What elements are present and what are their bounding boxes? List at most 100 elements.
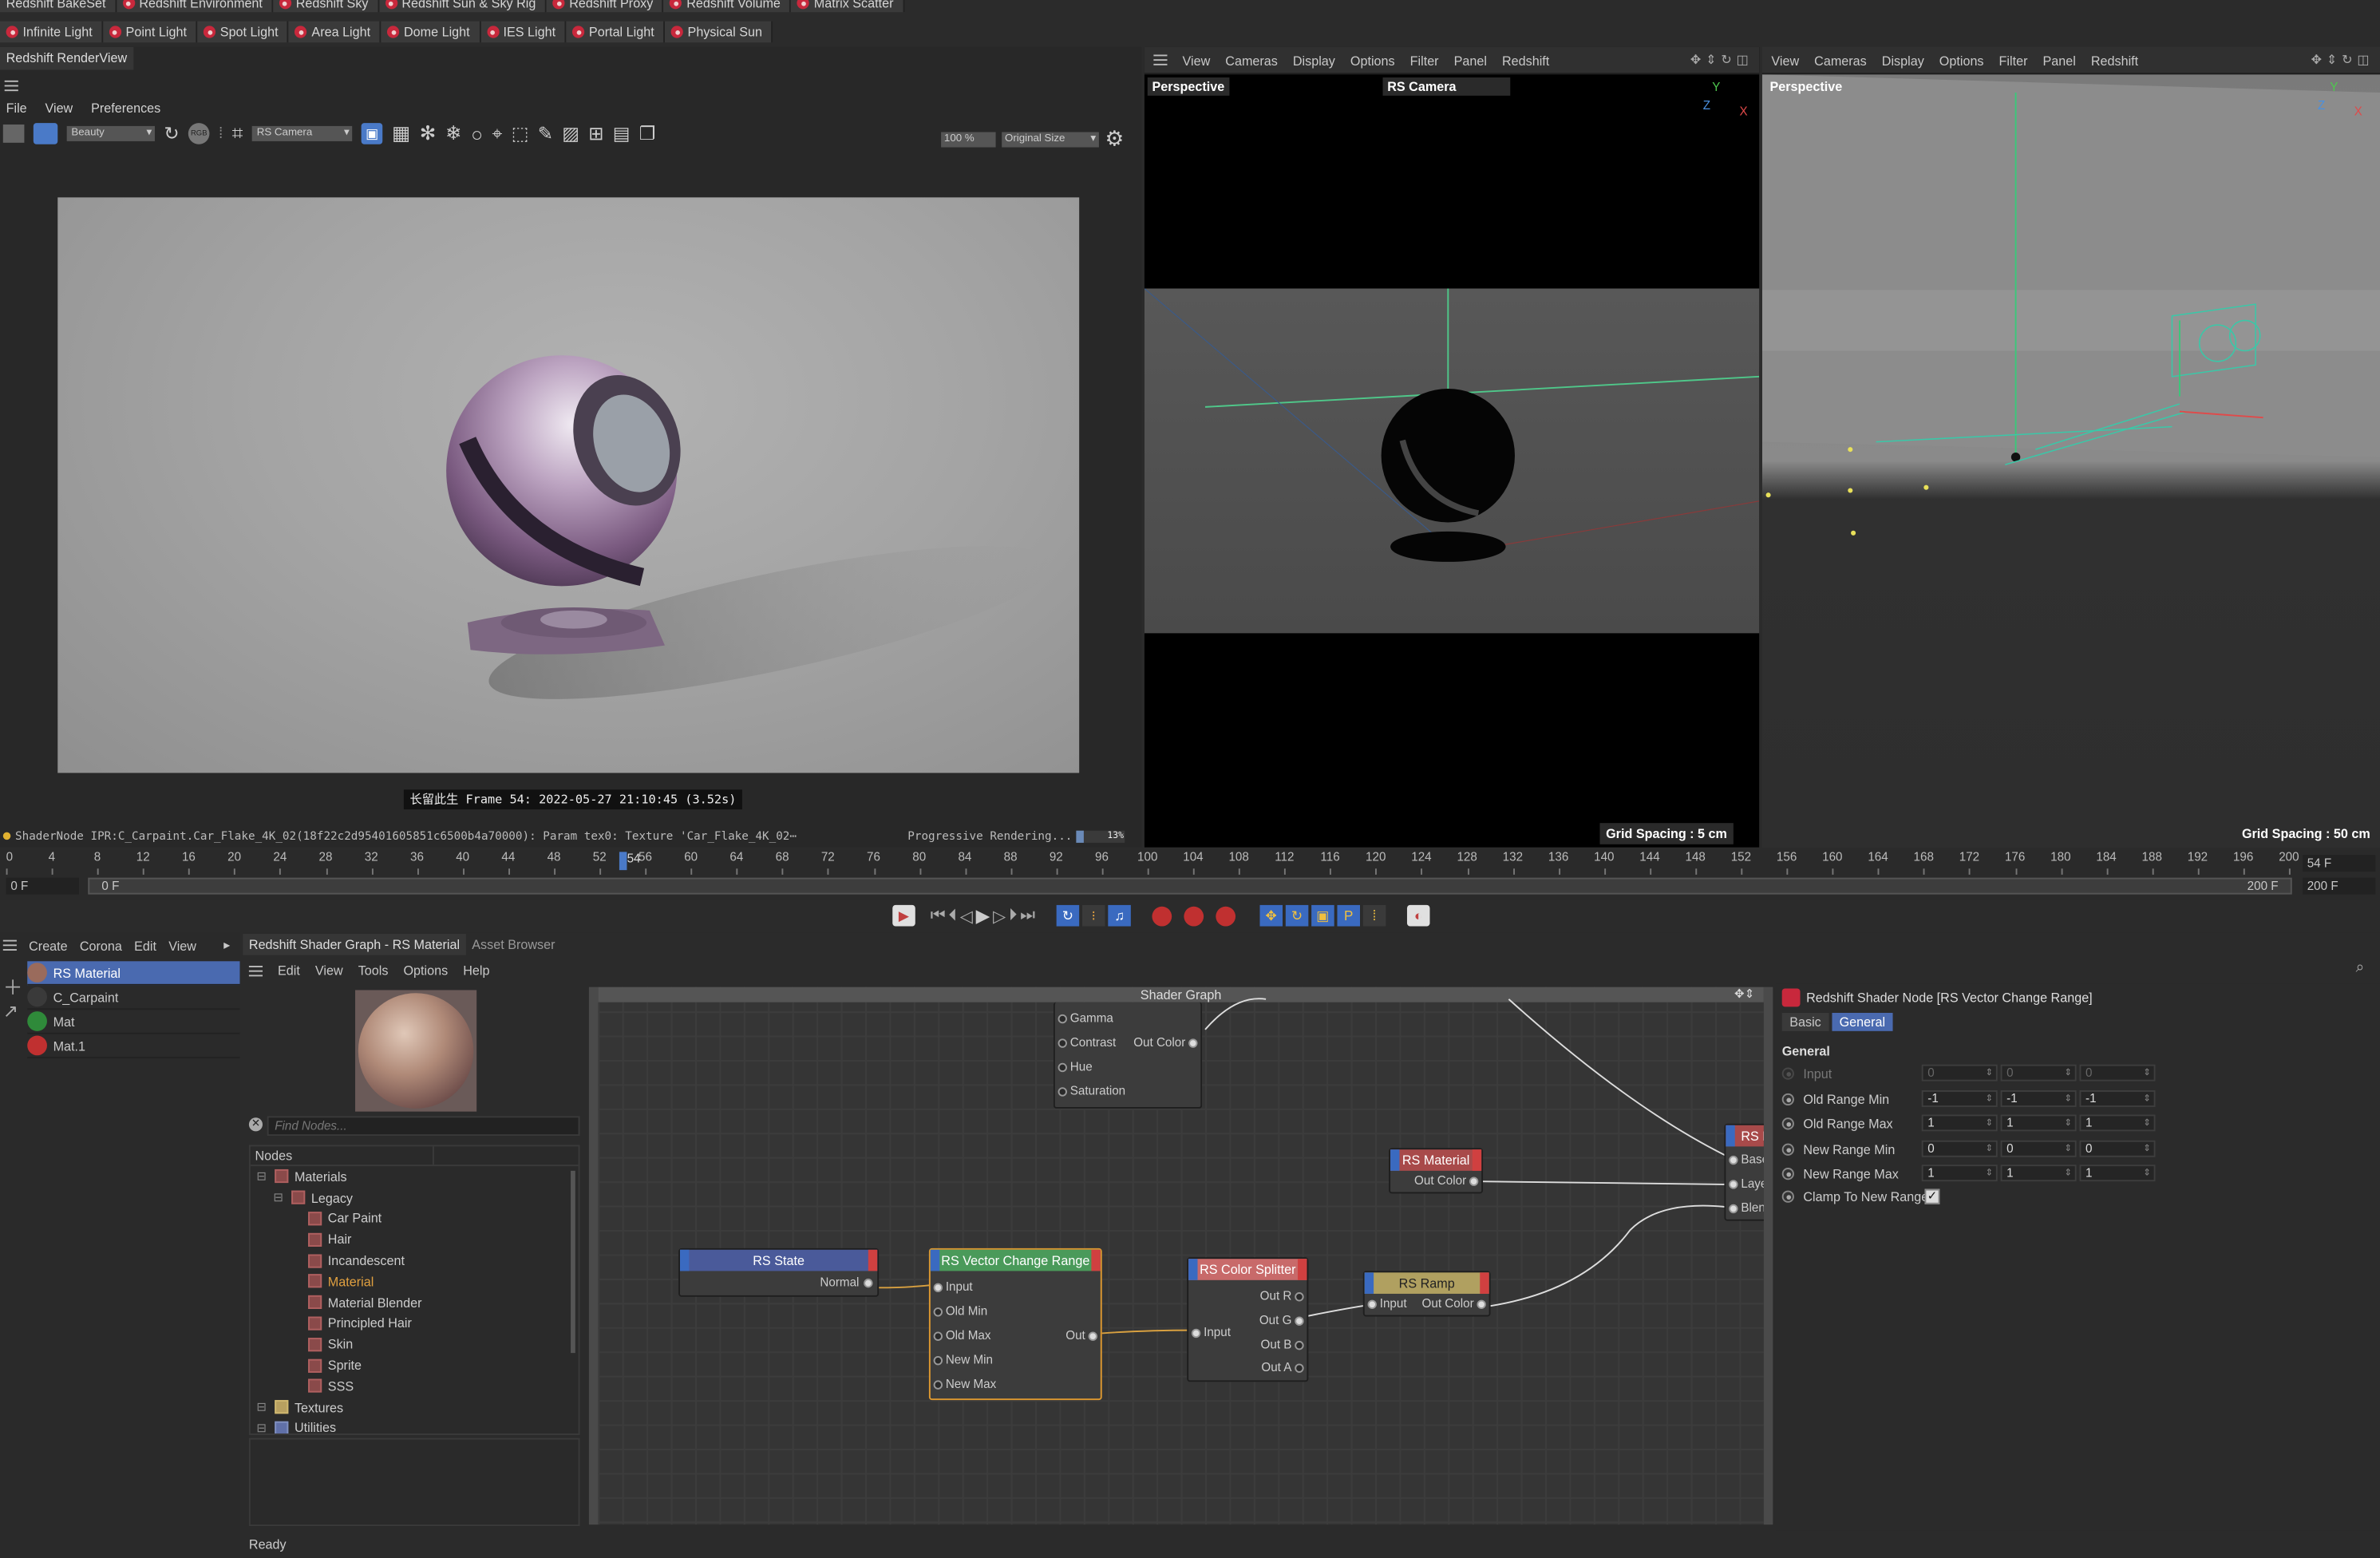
arrow-icon[interactable]: ↗ — [3, 1001, 25, 1022]
focus-icon[interactable]: ⌖ — [492, 122, 502, 145]
port-new-max[interactable] — [933, 1380, 943, 1390]
mm-menu-edit[interactable]: Edit — [134, 938, 156, 953]
port-out-b[interactable] — [1295, 1340, 1304, 1350]
tool-rs-bakeset[interactable]: Redshift BakeSet — [0, 0, 117, 13]
stepper-icon[interactable]: ⇕ — [1985, 1166, 1993, 1181]
stepper-icon[interactable]: ⇕ — [1985, 1116, 1993, 1131]
tree-item[interactable]: Hair — [256, 1229, 578, 1250]
port-saturation[interactable] — [1058, 1087, 1067, 1097]
tree-scrollbar[interactable] — [571, 1170, 575, 1354]
vp1-menu-cameras[interactable]: Cameras — [1225, 53, 1278, 68]
tool-matrix-scatter[interactable]: Matrix Scatter — [791, 0, 904, 13]
expand-icon[interactable]: ⊟ — [273, 1191, 285, 1204]
port-old-min[interactable] — [933, 1307, 943, 1317]
mm-menu-view[interactable]: View — [168, 938, 196, 953]
scale-key-icon[interactable]: ▣ — [1311, 904, 1334, 927]
node-rs-vector-change-range[interactable]: RS Vector Change Range Input Old Min Old… — [928, 1248, 1102, 1401]
tool-portal-light[interactable]: Portal Light — [566, 21, 666, 43]
vp1-menu-options[interactable]: Options — [1350, 53, 1395, 68]
ipr-icon[interactable] — [33, 123, 58, 144]
tree-item[interactable]: Car Paint — [256, 1208, 578, 1229]
mm-menu-create[interactable]: Create — [29, 938, 68, 953]
tree-item[interactable]: ⊟ Utilities — [256, 1418, 578, 1433]
vp1-menu-panel[interactable]: Panel — [1454, 53, 1487, 68]
attr-number-field[interactable]: 1 ⇕ — [2000, 1114, 2077, 1132]
expand-icon[interactable]: ⊟ — [256, 1400, 268, 1414]
port-out-a[interactable] — [1295, 1363, 1304, 1373]
tab-general[interactable]: General — [1832, 1012, 1893, 1031]
play-icon[interactable]: ▶ — [976, 905, 990, 927]
hamburger-icon[interactable] — [1153, 54, 1168, 65]
tool-rs-volume[interactable]: Redshift Volume — [663, 0, 792, 13]
aov-select[interactable]: Beauty ▾ — [66, 125, 155, 141]
mm-menu-corona[interactable]: Corona — [80, 938, 122, 953]
port-old-max[interactable] — [933, 1331, 943, 1341]
port-out[interactable] — [1088, 1331, 1097, 1341]
expand-icon[interactable]: ⊟ — [256, 1170, 268, 1184]
history-icon[interactable]: ▤ — [613, 123, 631, 144]
go-end-icon[interactable]: ⏭ — [1020, 906, 1035, 926]
port-normal[interactable] — [864, 1278, 873, 1288]
snowflake-plus-icon[interactable]: ❄ — [445, 121, 462, 145]
loop-icon[interactable]: ↻ — [1056, 904, 1080, 927]
circle-icon[interactable]: ○ — [471, 122, 483, 145]
port-input[interactable] — [1367, 1299, 1377, 1309]
vp2-menu-options[interactable]: Options — [1939, 53, 1984, 68]
attr-number-field[interactable]: 0 ⇕ — [2079, 1139, 2156, 1157]
attr-radio[interactable] — [1781, 1092, 1794, 1105]
node-rs-ramp[interactable]: RS Ramp Input Out Color — [1362, 1271, 1491, 1317]
attr-radio[interactable] — [1781, 1117, 1794, 1130]
record-motion-icon[interactable] — [1152, 905, 1172, 926]
tree-item[interactable]: ⊟ Legacy — [256, 1187, 578, 1208]
param-key-icon[interactable]: P — [1337, 904, 1360, 927]
vp2-menu-view[interactable]: View — [1771, 53, 1799, 68]
attr-number-field[interactable]: -1 ⇕ — [2079, 1089, 2156, 1106]
tree-item[interactable]: Skin — [256, 1334, 578, 1354]
zoom-field[interactable]: 100 % — [941, 131, 996, 147]
stepper-icon[interactable]: ⇕ — [2064, 1116, 2072, 1131]
sg-menu-tools[interactable]: Tools — [358, 963, 389, 978]
expand-arrow-icon[interactable]: ▸ — [223, 937, 230, 954]
port-gamma[interactable] — [1058, 1014, 1067, 1024]
snowflake-icon[interactable]: ✻ — [420, 121, 437, 145]
timeline-icon[interactable]: ▶ — [892, 904, 915, 927]
port-blend[interactable] — [1729, 1204, 1738, 1214]
material-item[interactable]: Mat.1 — [27, 1034, 240, 1059]
sg-menu-edit[interactable]: Edit — [278, 963, 300, 978]
clear-search-icon[interactable]: ✕ — [248, 1117, 263, 1132]
rotate-key-icon[interactable]: ↻ — [1285, 904, 1309, 927]
copy-icon[interactable]: ❐ — [639, 123, 655, 144]
clamp-radio[interactable] — [1781, 1190, 1794, 1203]
port-new-min[interactable] — [933, 1355, 943, 1366]
next-frame-icon[interactable]: ▷ — [993, 906, 1006, 926]
vp1-camera-label[interactable]: RS Camera — [1382, 77, 1511, 96]
material-item[interactable]: C_Carpaint — [27, 986, 240, 1010]
node-rs-color-splitter[interactable]: RS Color Splitter Input Out R Out G Out … — [1187, 1257, 1309, 1382]
add-icon[interactable]: ＋ — [3, 972, 25, 1001]
sg-tab-graph[interactable]: Redshift Shader Graph - RS Material — [243, 933, 466, 955]
tool-dome-light[interactable]: Dome Light — [381, 21, 480, 43]
tab-basic[interactable]: Basic — [1781, 1012, 1829, 1031]
prev-key-icon[interactable]: ⏴ — [948, 906, 956, 926]
stepper-icon[interactable]: ⇕ — [1985, 1091, 1993, 1106]
expand-icon[interactable]: ⊟ — [256, 1422, 268, 1433]
tool-area-light[interactable]: Area Light — [288, 21, 382, 43]
menu-file[interactable]: File — [6, 101, 27, 116]
port-out-color[interactable] — [1477, 1299, 1486, 1309]
port-out-r[interactable] — [1295, 1292, 1304, 1302]
node-rs-state[interactable]: RS State Normal — [678, 1248, 880, 1297]
add-snapshot-icon[interactable]: ⊞ — [588, 123, 603, 144]
hamburger-icon[interactable] — [2, 939, 17, 951]
viewport-2[interactable]: View Cameras Display Options Filter Pane… — [1761, 46, 2380, 848]
range-slider[interactable]: 0 F 200 F — [88, 877, 2292, 895]
tool-rs-sky[interactable]: Redshift Sky — [273, 0, 379, 13]
vp1-menu-filter[interactable]: Filter — [1410, 53, 1439, 68]
stepper-icon[interactable]: ⇕ — [2143, 1166, 2151, 1181]
camera-select[interactable]: RS Camera ▾ — [252, 125, 353, 141]
timeline-playhead[interactable]: 54 — [619, 852, 641, 871]
clapper-icon[interactable] — [2, 125, 25, 143]
search-icon[interactable]: ⌕ — [2356, 959, 2365, 976]
attr-number-field[interactable]: 1 ⇕ — [1921, 1114, 1998, 1132]
stepper-icon[interactable]: ⇕ — [2064, 1091, 2072, 1106]
port-out-color[interactable] — [1469, 1176, 1479, 1186]
